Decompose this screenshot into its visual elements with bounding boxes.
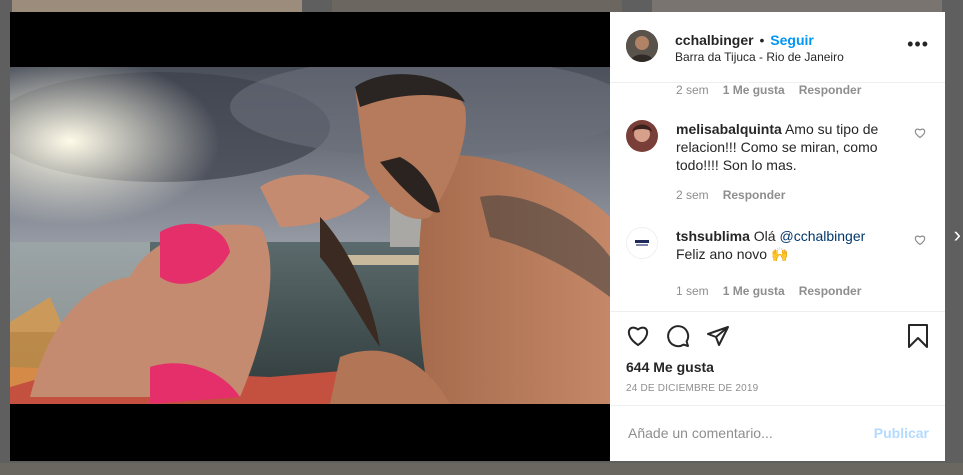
comment-time[interactable]: 2 sem xyxy=(676,188,709,202)
share-icon[interactable] xyxy=(706,324,730,353)
avatar[interactable] xyxy=(626,30,658,62)
mention-link[interactable]: @cchalbinger xyxy=(779,228,865,244)
publish-button[interactable]: Publicar xyxy=(874,425,929,441)
comment-like-icon[interactable] xyxy=(914,126,926,144)
post-header: cchalbinger • Seguir Barra da Tijuca - R… xyxy=(610,12,945,83)
likes-count[interactable]: 644 Me gusta xyxy=(626,359,714,375)
comment-likes[interactable]: 1 Me gusta xyxy=(723,284,785,298)
comment-time[interactable]: 1 sem xyxy=(676,284,709,298)
comment-text: tshsublima Olá @cchalbinger Feliz ano no… xyxy=(676,227,898,263)
comment-meta: 2 sem 1 Me gusta Responder xyxy=(676,83,861,97)
comment-icon[interactable] xyxy=(666,324,690,353)
background-thumbnail xyxy=(332,0,622,12)
comments-list[interactable]: 2 sem 1 Me gusta Responder melisabalquin… xyxy=(610,83,945,311)
avatar[interactable] xyxy=(626,227,658,259)
comment-input[interactable] xyxy=(626,424,860,442)
comment-text: melisabalquinta Amo su tipo de relacion!… xyxy=(676,120,898,174)
reply-button[interactable]: Responder xyxy=(799,284,862,298)
separator-dot: • xyxy=(759,32,765,48)
post-actions: 644 Me gusta 24 DE DICIEMBRE DE 2019 xyxy=(610,311,945,394)
background-strip xyxy=(0,463,963,475)
follow-button[interactable]: Seguir xyxy=(770,32,814,48)
add-comment-bar: Publicar xyxy=(610,405,945,461)
next-arrow-icon[interactable]: › xyxy=(954,224,961,246)
comment-like-icon[interactable] xyxy=(914,233,926,251)
post-media xyxy=(10,12,610,461)
avatar[interactable] xyxy=(626,120,658,152)
comment-meta: 1 sem 1 Me gusta Responder xyxy=(676,284,861,298)
save-icon[interactable] xyxy=(907,324,929,353)
background-thumbnail xyxy=(12,0,302,12)
background-thumbnail xyxy=(652,0,942,12)
comment-username[interactable]: melisabalquinta xyxy=(676,121,782,137)
post-author-username[interactable]: cchalbinger xyxy=(675,32,754,48)
comment-likes[interactable]: 1 Me gusta xyxy=(723,83,785,97)
post-date[interactable]: 24 DE DICIEMBRE DE 2019 xyxy=(626,383,758,394)
comment-time[interactable]: 2 sem xyxy=(676,83,709,97)
comment-username[interactable]: tshsublima xyxy=(676,228,750,244)
post-photo[interactable] xyxy=(10,67,610,404)
post-location[interactable]: Barra da Tijuca - Rio de Janeiro xyxy=(675,50,844,64)
post-modal: cchalbinger • Seguir Barra da Tijuca - R… xyxy=(10,12,945,461)
reply-button[interactable]: Responder xyxy=(799,83,862,97)
post-details-panel: cchalbinger • Seguir Barra da Tijuca - R… xyxy=(610,12,945,461)
comment-content: Olá xyxy=(753,228,776,244)
comment-meta: 2 sem Responder xyxy=(676,188,785,202)
comment-content-continued: Feliz ano novo 🙌 xyxy=(676,246,789,262)
reply-button[interactable]: Responder xyxy=(723,188,786,202)
like-icon[interactable] xyxy=(626,324,650,353)
more-options-icon[interactable]: ••• xyxy=(907,35,929,53)
